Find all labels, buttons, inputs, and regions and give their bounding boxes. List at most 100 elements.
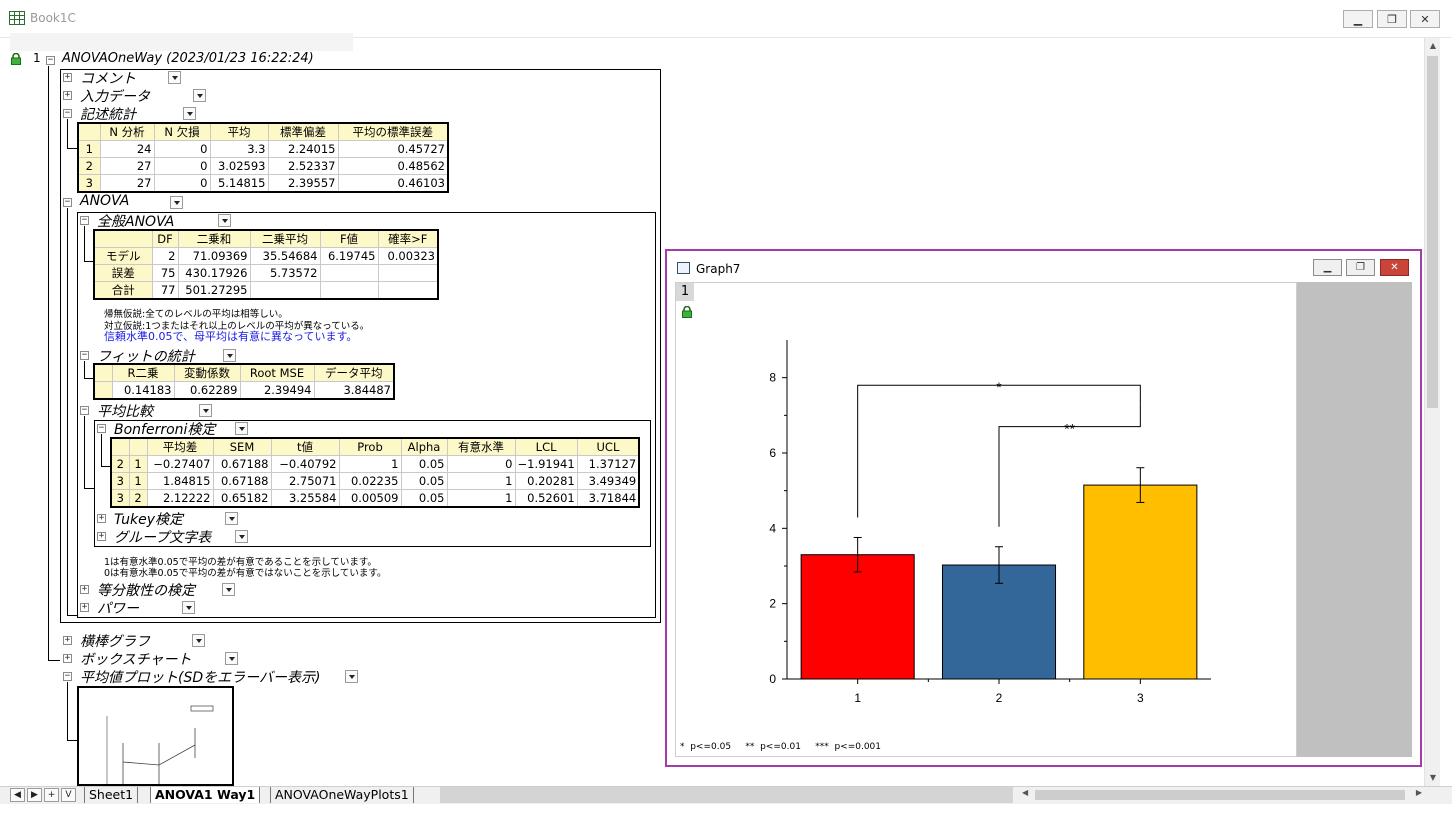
restore-button[interactable]: ❐: [1377, 10, 1407, 28]
tab-sheet1[interactable]: Sheet1: [84, 787, 139, 803]
descriptive-dropdown[interactable]: [183, 107, 196, 120]
next-arrow-icon: ▶: [31, 790, 38, 800]
graph-close-button[interactable]: ✕: [1380, 259, 1409, 276]
tukey-dropdown[interactable]: [225, 512, 238, 525]
node-anova[interactable]: ANOVA: [80, 193, 129, 209]
scroll-right-icon[interactable]: ▶: [1416, 788, 1422, 797]
cell: 501.27295: [177, 281, 251, 300]
collapse-icon[interactable]: −: [63, 198, 72, 207]
means-comparison-dropdown[interactable]: [199, 404, 212, 417]
v-icon: V: [65, 790, 72, 800]
scroll-up-icon[interactable]: ▲: [1425, 38, 1441, 54]
expand-icon[interactable]: +: [97, 514, 106, 523]
cell: 0.05: [400, 472, 448, 490]
scroll-left-icon[interactable]: ◀: [1022, 788, 1028, 797]
cell: 3.3: [209, 140, 269, 158]
frame-line: [655, 212, 656, 618]
scroll-down-icon[interactable]: ▼: [1425, 770, 1441, 786]
node-bar-graph[interactable]: 横棒グラフ: [80, 631, 150, 651]
node-tukey[interactable]: Tukey検定: [114, 509, 183, 529]
expand-icon[interactable]: +: [63, 91, 72, 100]
tree-line: [67, 615, 77, 616]
node-group-letters[interactable]: グループ文字表: [114, 527, 211, 547]
layer-tab[interactable]: 1: [676, 283, 694, 301]
minimize-button[interactable]: ▁: [1343, 10, 1373, 28]
tab-anova1-way1[interactable]: ANOVA1 Way1: [150, 787, 261, 803]
node-descriptive[interactable]: 記述統計: [80, 104, 136, 124]
cell: 27: [99, 157, 155, 175]
graph-restore-button[interactable]: ❐: [1346, 259, 1375, 276]
bar-chart[interactable]: 024681 2 3***: [730, 330, 1230, 710]
col-header: 標準偏差: [267, 122, 339, 141]
restore-icon: ❐: [1356, 262, 1365, 273]
cell: 0.14183: [111, 381, 175, 399]
node-homogeneity[interactable]: 等分散性の検定: [97, 580, 195, 600]
first-sheet-button[interactable]: ◀: [10, 788, 25, 802]
collapse-icon[interactable]: −: [80, 216, 89, 225]
homogeneity-dropdown[interactable]: [222, 583, 235, 596]
comment-dropdown[interactable]: [168, 71, 181, 84]
col-header: UCL: [576, 437, 640, 456]
collapse-icon[interactable]: −: [63, 109, 72, 118]
node-box-chart[interactable]: ボックスチャート: [80, 649, 191, 669]
expand-icon[interactable]: +: [80, 585, 89, 594]
collapse-icon[interactable]: −: [63, 672, 72, 681]
table-row: モデル 2 71.09369 35.54684 6.19745 0.00323: [93, 247, 439, 265]
add-sheet-button[interactable]: +: [44, 788, 59, 802]
next-sheet-button[interactable]: ▶: [27, 788, 42, 802]
expand-icon[interactable]: +: [63, 73, 72, 82]
scroll-thumb[interactable]: [1427, 56, 1438, 408]
bar-graph-dropdown[interactable]: [192, 634, 205, 647]
anova-dropdown[interactable]: [170, 196, 183, 209]
report-index: 1: [33, 51, 41, 65]
group-letters-dropdown[interactable]: [235, 530, 248, 543]
cell: 1: [446, 472, 516, 490]
col-header: N 分析: [99, 122, 155, 141]
col-header: 平均差: [146, 437, 214, 456]
sheet-list-button[interactable]: V: [61, 788, 76, 802]
node-input-data[interactable]: 入力データ: [80, 86, 150, 106]
expand-icon[interactable]: +: [63, 636, 72, 645]
expand-icon[interactable]: +: [97, 532, 106, 541]
fit-stats-dropdown[interactable]: [223, 349, 236, 362]
node-overall-anova[interactable]: 全般ANOVA: [97, 211, 174, 231]
bonferroni-dropdown[interactable]: [235, 422, 248, 435]
tree-line: [67, 208, 68, 615]
close-button[interactable]: ✕: [1410, 10, 1440, 28]
collapse-icon[interactable]: −: [46, 56, 55, 65]
col-header: 平均の標準誤差: [337, 122, 449, 141]
expand-icon[interactable]: +: [80, 603, 89, 612]
graph-minimize-button[interactable]: ▁: [1313, 259, 1342, 276]
cell: 2.52337: [267, 157, 339, 175]
prev-arrow-icon: ◀: [14, 790, 21, 800]
node-means-plot[interactable]: 平均値プロット(SDをエラーバー表示): [80, 667, 320, 687]
node-power[interactable]: パワー: [97, 598, 139, 618]
col-header: Root MSE: [239, 363, 315, 382]
node-bonferroni[interactable]: Bonferroni検定: [114, 419, 215, 439]
collapse-icon[interactable]: −: [80, 351, 89, 360]
means-plot-dropdown[interactable]: [345, 670, 358, 683]
cell: 3.49349: [576, 472, 640, 490]
expand-icon[interactable]: +: [63, 654, 72, 663]
means-plot-thumbnail[interactable]: [77, 686, 234, 786]
collapse-icon[interactable]: −: [97, 424, 106, 433]
overall-anova-dropdown[interactable]: [218, 214, 231, 227]
cell: 3.02593: [209, 157, 269, 175]
node-comment[interactable]: コメント: [80, 68, 136, 88]
tab-anovaonewayplots1[interactable]: ANOVAOneWayPlots1: [270, 787, 414, 803]
close-icon: ✕: [1420, 12, 1430, 26]
collapse-icon[interactable]: −: [80, 406, 89, 415]
power-dropdown[interactable]: [182, 601, 195, 614]
node-means-comparison[interactable]: 平均比較: [97, 401, 153, 421]
input-dropdown[interactable]: [193, 89, 206, 102]
graph-icon: [677, 262, 690, 274]
box-chart-dropdown[interactable]: [225, 652, 238, 665]
horizontal-scrollbar[interactable]: ◀ ▶: [1019, 787, 1425, 803]
hscroll-thumb[interactable]: [1035, 790, 1405, 800]
vertical-scrollbar[interactable]: ▲ ▼: [1424, 38, 1440, 786]
tree-line: [48, 66, 49, 660]
cell: 0.45727: [337, 140, 449, 158]
col-header: データ平均: [313, 363, 395, 382]
cell: 75: [151, 264, 179, 282]
restore-icon: ❐: [1387, 12, 1397, 26]
